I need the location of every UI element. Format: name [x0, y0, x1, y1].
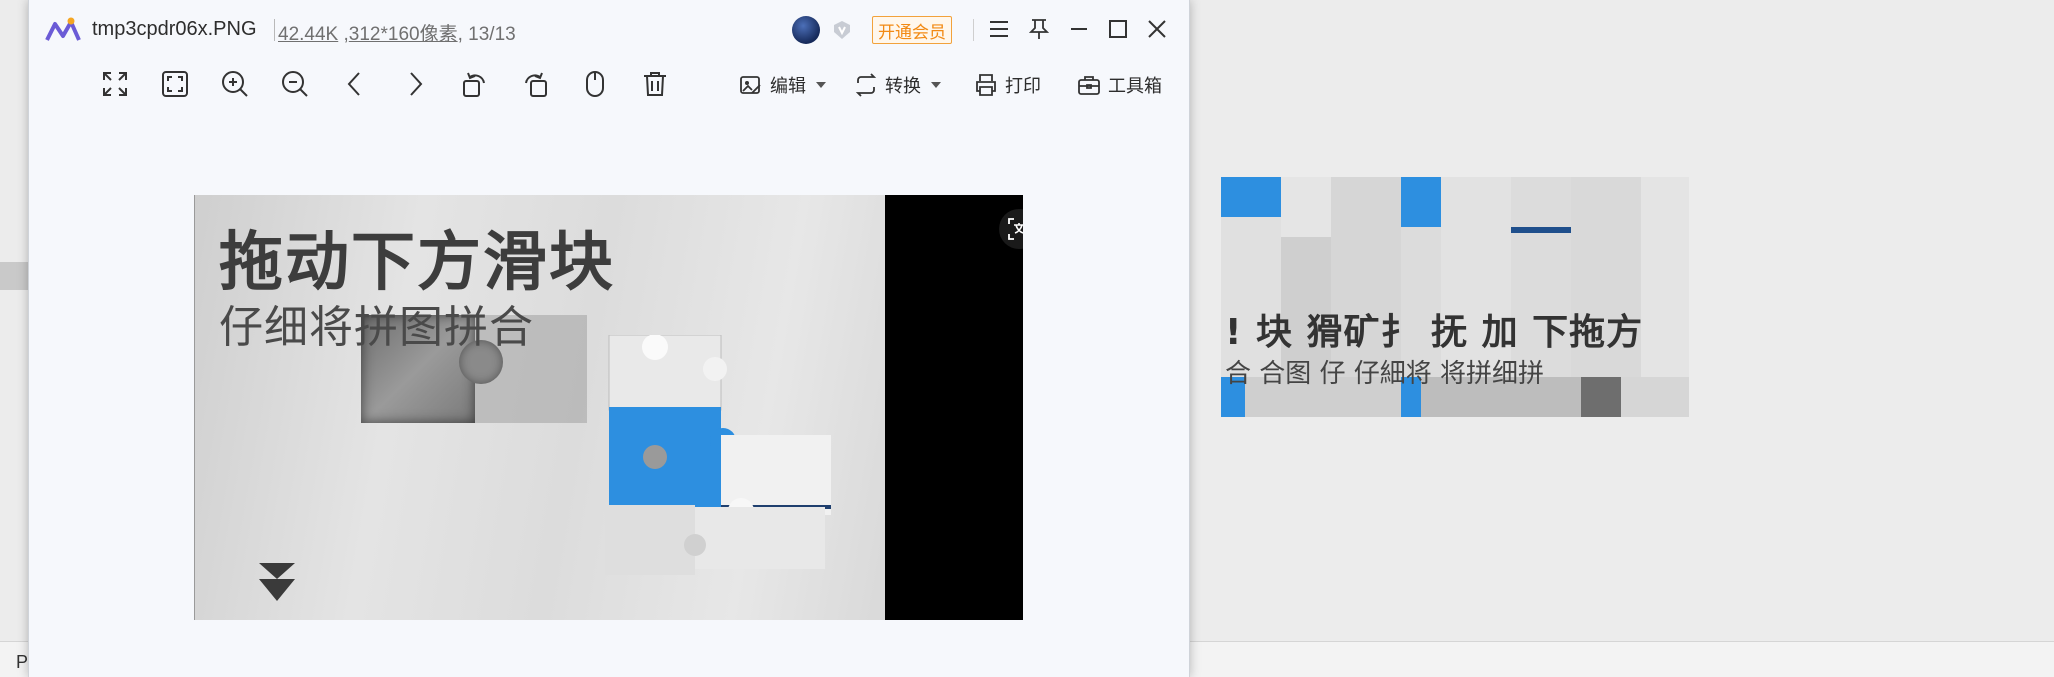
fullscreen-icon[interactable] [97, 66, 133, 102]
rotate-right-icon[interactable] [517, 66, 553, 102]
image-position: , 13/13 [457, 24, 516, 45]
toolbar: 编辑 转换 打印 工具箱 [29, 66, 1189, 106]
arrow-down-icon [259, 563, 295, 601]
edit-label: 编辑 [770, 76, 806, 96]
fit-window-icon[interactable] [157, 66, 193, 102]
file-size[interactable]: 42.44K [278, 24, 338, 45]
convert-icon [855, 73, 877, 97]
image-dimensions[interactable]: 312*160像素 [349, 24, 458, 45]
background-fragment [0, 262, 28, 290]
zoom-in-icon[interactable] [217, 66, 253, 102]
file-meta: 42.44K ,312*160像素, 13/13 [278, 24, 516, 45]
delete-icon[interactable] [637, 66, 673, 102]
print-button[interactable]: 打印 [974, 70, 1041, 100]
captcha-subtitle: 仔细将拼图拼合 [219, 302, 534, 353]
puzzle-pieces-graphic [605, 335, 831, 575]
previous-icon[interactable] [337, 66, 373, 102]
convert-menu[interactable]: 转换 [854, 70, 941, 100]
background-label: P [16, 652, 29, 672]
divider [973, 19, 974, 41]
image-canvas[interactable]: 拖动下方滑块 仔细将拼图拼合 [194, 195, 1023, 620]
toolbox-label: 工具箱 [1108, 76, 1162, 96]
app-logo-icon [45, 17, 81, 41]
toolbox-button[interactable]: 工具箱 [1077, 70, 1162, 100]
divider [274, 19, 275, 41]
chevron-down-icon [816, 82, 826, 88]
print-label: 打印 [1005, 76, 1041, 96]
chevron-down-icon [931, 82, 941, 88]
toolbox-icon [1078, 76, 1100, 95]
printer-icon [976, 74, 996, 96]
convert-label: 转换 [885, 76, 921, 96]
close-icon[interactable] [1142, 14, 1172, 44]
strip-title-fragments: ! 块 猾矿扌 抚 加 下拖方 [1225, 312, 1644, 353]
title-bar: tmp3cpdr06x.PNG 42.44K ,312*160像素, 13/13… [29, 0, 1189, 58]
next-icon[interactable] [397, 66, 433, 102]
captcha-title: 拖动下方滑块 [219, 226, 615, 300]
minimize-icon[interactable] [1064, 14, 1094, 44]
user-avatar[interactable] [792, 16, 820, 44]
strip-subtitle-fragments: 合 合图 仔 仔細将 将拼细拼 [1225, 359, 1545, 389]
menu-icon[interactable] [984, 14, 1014, 44]
edit-image-icon [740, 76, 761, 94]
image-black-margin [885, 195, 1023, 620]
image-viewer-window: tmp3cpdr06x.PNG 42.44K ,312*160像素, 13/13… [28, 0, 1190, 677]
mouse-icon[interactable] [577, 66, 613, 102]
open-membership-button[interactable]: 开通会员 [872, 16, 952, 44]
vip-badge-icon[interactable] [832, 20, 852, 40]
rotate-left-icon[interactable] [457, 66, 493, 102]
pin-icon[interactable] [1024, 14, 1054, 44]
maximize-icon[interactable] [1103, 14, 1133, 44]
file-name: tmp3cpdr06x.PNG [92, 18, 257, 40]
edit-menu[interactable]: 编辑 [739, 70, 826, 100]
image-strip-preview: ! 块 猾矿扌 抚 加 下拖方 合 合图 仔 仔細将 将拼细拼 [1221, 177, 1689, 417]
zoom-out-icon[interactable] [277, 66, 313, 102]
